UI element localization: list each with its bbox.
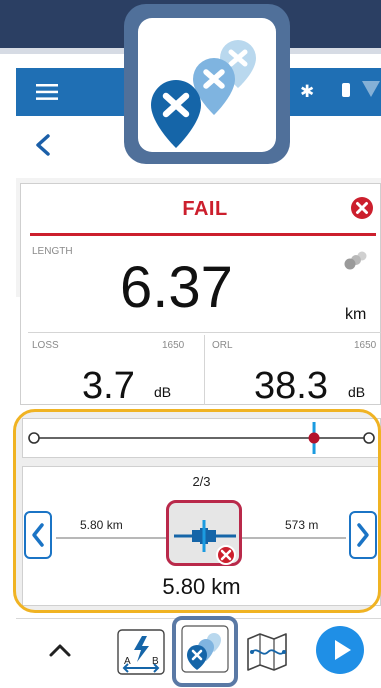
orl-unit: dB (348, 384, 366, 400)
orl-wavelength: 1650 (354, 340, 377, 351)
small-pins-icon (344, 251, 367, 270)
point-a-label: A (124, 656, 131, 667)
bluetooth-icon: ✱ (300, 82, 315, 102)
loss-value: 3.7 (82, 365, 135, 407)
fail-x-icon (351, 197, 373, 219)
length-label: LENGTH (32, 246, 73, 257)
loss-unit: dB (154, 384, 172, 400)
play-icon (335, 640, 351, 660)
metrics-divider (28, 332, 381, 333)
chevron-up-icon[interactable] (48, 642, 72, 658)
loss-label: LOSS (32, 340, 59, 351)
multi-pin-icon[interactable] (181, 625, 229, 673)
fail-status-label: FAIL (182, 198, 228, 220)
ab-span-button[interactable]: A B (116, 628, 166, 676)
fail-underline (30, 233, 376, 236)
battery-icon (342, 83, 350, 97)
loss-orl-divider (204, 335, 205, 405)
length-value: 6.37 (120, 255, 233, 320)
signal-icon (362, 81, 380, 97)
event-navigator-highlight (13, 409, 381, 613)
orl-value: 38.3 (254, 365, 328, 407)
fiber-map-icon[interactable] (245, 630, 289, 674)
hamburger-menu-icon[interactable] (36, 84, 58, 100)
back-chevron-icon[interactable] (34, 134, 52, 156)
length-unit: km (345, 306, 367, 323)
point-b-label: B (152, 656, 159, 667)
multi-pin-fail-icon (151, 40, 256, 148)
play-button[interactable] (316, 626, 364, 674)
loss-wavelength: 1650 (162, 340, 185, 351)
orl-label: ORL (212, 340, 233, 351)
